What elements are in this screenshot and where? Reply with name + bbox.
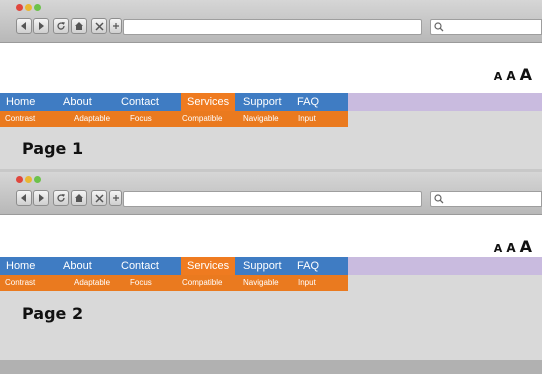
submenu-item-input[interactable]: Input <box>298 111 316 127</box>
text-size-small[interactable]: A <box>494 70 503 83</box>
back-button[interactable] <box>16 18 32 34</box>
menu-item-home[interactable]: Home <box>6 257 35 275</box>
home-icon <box>75 194 83 202</box>
page-label: Page 1 <box>22 139 84 158</box>
minimize-window-button[interactable] <box>25 4 32 11</box>
main-menu-items: Home About Contact Services Support FAQ <box>0 257 348 275</box>
page-label: Page 2 <box>22 304 84 323</box>
forward-icon <box>39 194 44 202</box>
main-menu: Home About Contact Services Support FAQ <box>0 257 542 275</box>
close-window-button[interactable] <box>16 176 23 183</box>
stop-button[interactable] <box>91 18 107 34</box>
stop-button[interactable] <box>91 190 107 206</box>
menu-item-support[interactable]: Support <box>243 93 282 111</box>
submenu-item-input[interactable]: Input <box>298 275 316 291</box>
search-icon <box>434 22 444 32</box>
close-icon <box>94 21 104 31</box>
browser-toolbar <box>0 0 542 43</box>
reload-button[interactable] <box>53 190 69 206</box>
text-size-controls: A A A <box>494 237 532 256</box>
forward-button[interactable] <box>33 190 49 206</box>
submenu-item-compatible[interactable]: Compatible <box>182 275 222 291</box>
home-icon <box>75 22 83 30</box>
text-size-large[interactable]: A <box>520 237 532 256</box>
menu-item-contact[interactable]: Contact <box>121 93 159 111</box>
sub-menu: Contrast Adaptable Focus Compatible Navi… <box>0 111 348 127</box>
submenu-item-contrast[interactable]: Contrast <box>5 111 35 127</box>
new-tab-icon <box>112 195 119 201</box>
page-header-area: A A A <box>0 43 542 93</box>
text-size-controls: A A A <box>494 65 532 84</box>
reload-icon <box>57 22 65 30</box>
submenu-item-navigable[interactable]: Navigable <box>243 275 279 291</box>
status-bar <box>0 360 542 374</box>
main-menu-items: Home About Contact Services Support FAQ <box>0 93 348 111</box>
back-icon <box>21 22 26 30</box>
address-bar[interactable] <box>123 19 422 35</box>
forward-button[interactable] <box>33 18 49 34</box>
submenu-item-focus[interactable]: Focus <box>130 111 152 127</box>
sub-menu: Contrast Adaptable Focus Compatible Navi… <box>0 275 348 291</box>
submenu-item-compatible[interactable]: Compatible <box>182 111 222 127</box>
search-field[interactable] <box>430 191 542 207</box>
text-size-large[interactable]: A <box>520 65 532 84</box>
menu-item-support[interactable]: Support <box>243 257 282 275</box>
submenu-item-focus[interactable]: Focus <box>130 275 152 291</box>
search-field[interactable] <box>430 19 542 35</box>
text-size-medium[interactable]: A <box>506 69 515 83</box>
close-window-button[interactable] <box>16 4 23 11</box>
address-bar[interactable] <box>123 191 422 207</box>
back-button[interactable] <box>16 190 32 206</box>
new-tab-button[interactable] <box>109 190 122 206</box>
menu-item-faq[interactable]: FAQ <box>297 257 319 275</box>
zoom-window-button[interactable] <box>34 176 41 183</box>
menu-item-services[interactable]: Services <box>181 257 236 275</box>
menu-item-home[interactable]: Home <box>6 93 35 111</box>
browser-window-2: A A A Home About Contact Services Suppor… <box>0 172 542 360</box>
close-icon <box>94 193 104 203</box>
home-button[interactable] <box>71 18 87 34</box>
menu-item-contact[interactable]: Contact <box>121 257 159 275</box>
text-size-small[interactable]: A <box>494 242 503 255</box>
main-menu: Home About Contact Services Support FAQ <box>0 93 542 111</box>
zoom-window-button[interactable] <box>34 4 41 11</box>
reload-icon <box>57 194 65 202</box>
new-tab-button[interactable] <box>109 18 122 34</box>
browser-window-1: A A A Home About Contact Services Suppor… <box>0 0 542 170</box>
back-icon <box>21 194 26 202</box>
reload-button[interactable] <box>53 18 69 34</box>
menu-item-services[interactable]: Services <box>181 93 236 111</box>
submenu-item-navigable[interactable]: Navigable <box>243 111 279 127</box>
submenu-item-contrast[interactable]: Contrast <box>5 275 35 291</box>
menu-item-about[interactable]: About <box>63 93 92 111</box>
forward-icon <box>39 22 44 30</box>
browser-toolbar <box>0 172 542 215</box>
menu-item-about[interactable]: About <box>63 257 92 275</box>
submenu-item-adaptable[interactable]: Adaptable <box>74 111 110 127</box>
home-button[interactable] <box>71 190 87 206</box>
minimize-window-button[interactable] <box>25 176 32 183</box>
menu-item-faq[interactable]: FAQ <box>297 93 319 111</box>
submenu-item-adaptable[interactable]: Adaptable <box>74 275 110 291</box>
search-icon <box>434 194 444 204</box>
text-size-medium[interactable]: A <box>506 241 515 255</box>
new-tab-icon <box>112 23 119 29</box>
